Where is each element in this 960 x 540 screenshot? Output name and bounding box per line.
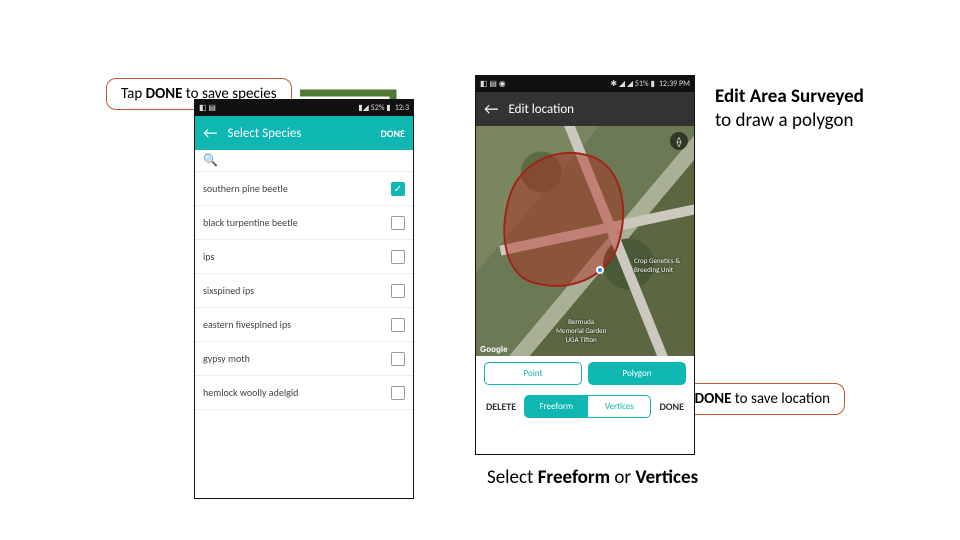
phone-edit-location: ◧ ▤ ◉ ✱ ◢ ◢ 51% ▮ 12:39 PM ← Edit locati… — [475, 75, 695, 455]
species-row[interactable]: southern pine beetle ✓ — [195, 172, 413, 206]
status-time: 12:3 — [395, 103, 409, 113]
species-row[interactable]: black turpentine beetle — [195, 206, 413, 240]
map-poi-label: Crop Genetics & Breeding Unit — [634, 256, 680, 274]
checkbox-icon[interactable] — [391, 318, 405, 332]
bottom-toolbar: DELETE Freeform Vertices DONE — [476, 391, 694, 426]
map[interactable]: ⟠ Crop Genetics & Breeding Unit Bermuda … — [476, 126, 694, 356]
status-signal: ▮◢ 52% ▮ — [358, 103, 390, 113]
compass-icon[interactable]: ⟠ — [670, 132, 688, 150]
tab-point[interactable]: Point — [484, 362, 582, 385]
checkbox-icon[interactable] — [391, 284, 405, 298]
back-icon[interactable]: ← — [203, 124, 217, 143]
appbar-edit-location: ← Edit location — [476, 92, 694, 126]
status-icons-left: ◧ ▤ ◉ — [480, 79, 506, 89]
status-bar: ◧ ▤ ▮◢ 52% ▮ 12:3 — [195, 100, 413, 116]
status-icons-left: ◧ ▤ — [199, 103, 216, 113]
appbar-select-species: ← Select Species DONE — [195, 116, 413, 150]
delete-button[interactable]: DELETE — [484, 396, 518, 417]
label-select-mode: Select Freeform or Vertices — [487, 466, 698, 490]
species-row[interactable]: eastern fivespined ips — [195, 308, 413, 342]
species-name: eastern fivespined ips — [203, 318, 291, 331]
done-button[interactable]: DONE — [380, 127, 405, 140]
tab-vertices[interactable]: Vertices — [588, 395, 651, 418]
species-name: black turpentine beetle — [203, 216, 298, 229]
label-edit-area: Edit Area Surveyedto draw a polygon — [715, 85, 925, 133]
search-input[interactable]: 🔍 — [195, 150, 413, 172]
status-time: 12:39 PM — [659, 79, 690, 89]
checkbox-icon[interactable] — [391, 216, 405, 230]
tab-polygon[interactable]: Polygon — [588, 362, 686, 385]
checkbox-icon[interactable] — [391, 352, 405, 366]
species-name: gypsy moth — [203, 352, 250, 365]
species-name: ips — [203, 250, 214, 263]
checkbox-icon[interactable]: ✓ — [391, 182, 405, 196]
tab-freeform[interactable]: Freeform — [524, 395, 588, 418]
map-poi-label: Bermuda Memorial Garden UGA Tifton — [556, 317, 606, 344]
species-row[interactable]: ips — [195, 240, 413, 274]
appbar-title: Edit location — [508, 102, 574, 117]
shape-type-tabs: Point Polygon — [476, 356, 694, 391]
species-row[interactable]: hemlock woolly adelgid — [195, 376, 413, 410]
phone-select-species: ◧ ▤ ▮◢ 52% ▮ 12:3 ← Select Species DONE … — [194, 99, 414, 499]
map-attribution: Google — [480, 345, 508, 354]
location-dot-icon — [596, 266, 604, 274]
species-row[interactable]: gypsy moth — [195, 342, 413, 376]
status-signal: ✱ ◢ ◢ 51% ▮ — [610, 79, 654, 89]
checkbox-icon[interactable] — [391, 386, 405, 400]
species-name: sixspined ips — [203, 284, 254, 297]
search-icon: 🔍 — [203, 153, 218, 168]
appbar-title: Select Species — [227, 126, 380, 141]
species-list: southern pine beetle ✓ black turpentine be… — [195, 172, 413, 410]
checkbox-icon[interactable] — [391, 250, 405, 264]
species-name: hemlock woolly adelgid — [203, 386, 298, 399]
status-bar: ◧ ▤ ◉ ✱ ◢ ◢ 51% ▮ 12:39 PM — [476, 76, 694, 92]
species-name: southern pine beetle — [203, 182, 288, 195]
done-button[interactable]: DONE — [657, 396, 686, 417]
species-row[interactable]: sixspined ips — [195, 274, 413, 308]
survey-polygon[interactable] — [485, 135, 642, 305]
draw-mode-tabs: Freeform Vertices — [524, 395, 651, 418]
back-icon[interactable]: ← — [484, 100, 498, 119]
